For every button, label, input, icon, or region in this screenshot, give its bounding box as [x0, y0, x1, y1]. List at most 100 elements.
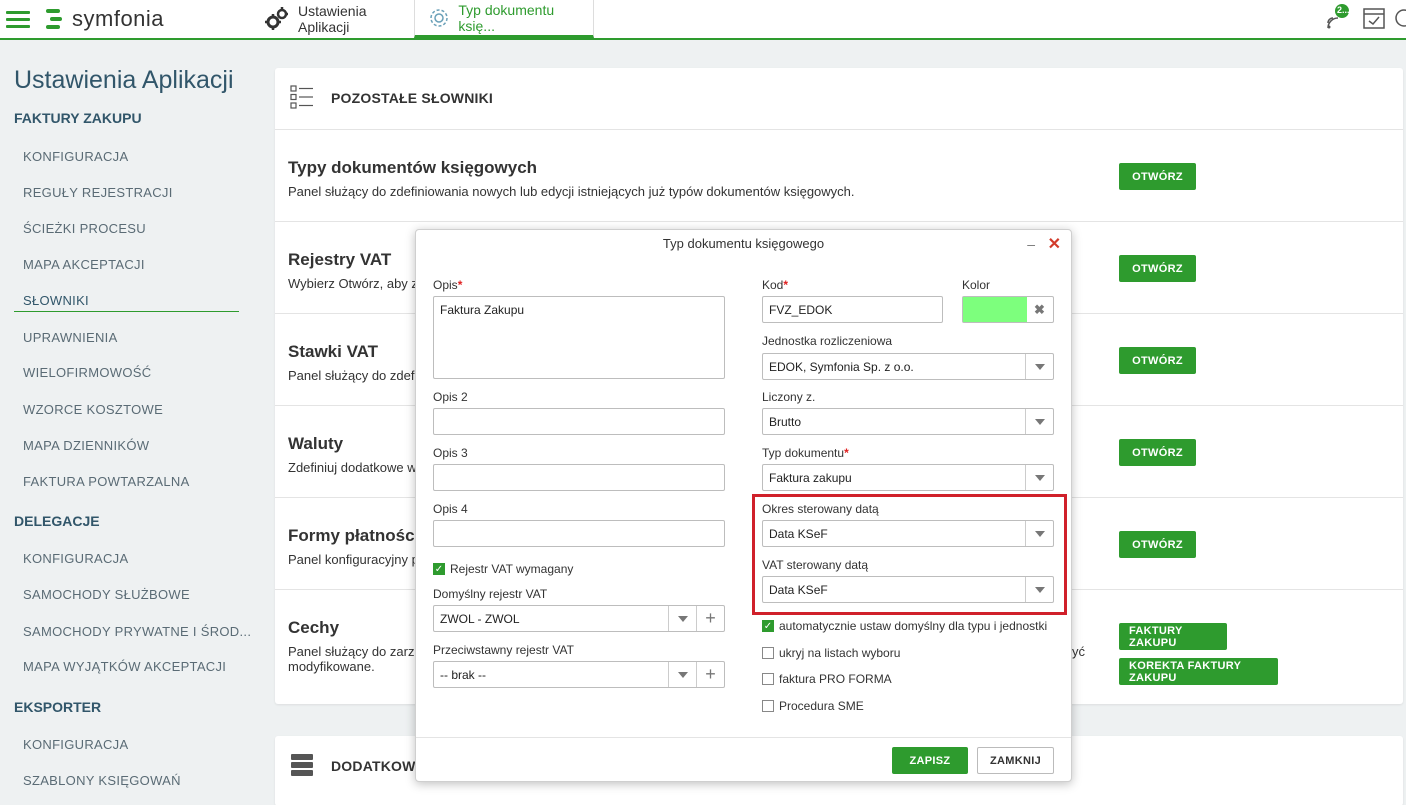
chat-icon[interactable] — [1392, 4, 1406, 34]
row-description: Panel służący do zdefiniowania nowych lu… — [288, 184, 855, 199]
checkbox-checked-icon: ✓ — [762, 620, 774, 632]
row-description: Panel konfiguracyjny p — [288, 552, 419, 567]
open-button[interactable]: OTWÓRZ — [1119, 439, 1196, 466]
opis4-label: Opis 4 — [433, 502, 468, 516]
sidebar-item-mapa-dziennikow[interactable]: MAPA DZIENNIKÓW — [23, 438, 149, 453]
calendar-icon[interactable] — [1356, 4, 1392, 34]
row-title: Cechy — [288, 618, 340, 637]
auto-default-checkbox[interactable]: ✓ automatycznie ustaw domyślny dla typu … — [762, 619, 1047, 633]
opis2-field[interactable] — [433, 408, 725, 435]
sidebar-item-faktura-powtarzalna[interactable]: FAKTURA POWTARZALNA — [23, 474, 190, 489]
sidebar-item-mapa-wyjatkow[interactable]: MAPA WYJĄTKÓW AKCEPTACJI — [23, 659, 226, 674]
sidebar-item-samochody-prywatne[interactable]: SAMOCHODY PRYWATNE I ŚROD... — [23, 624, 251, 639]
row-description: Wybierz Otwórz, aby zo — [288, 276, 426, 291]
row-description: Panel służący do zarzą — [288, 644, 422, 659]
row-title: Waluty — [288, 434, 344, 453]
close-icon[interactable]: ✕ — [1048, 234, 1061, 254]
tab-label: Typ dokumentu księ... — [458, 1, 555, 34]
sidebar-item-wielofirmowosc[interactable]: WIELOFIRMOWOŚĆ — [23, 365, 151, 380]
domyslny-rejestr-label: Domyślny rejestr VAT — [433, 587, 548, 601]
row-title: Rejestry VAT — [288, 250, 392, 269]
sidebar-item-wzorce-kosztowe[interactable]: WZORCE KOSZTOWE — [23, 402, 163, 417]
gears-icon — [264, 6, 290, 32]
color-swatch[interactable] — [963, 297, 1027, 322]
sidebar-group-delegacje[interactable]: DELEGACJE — [14, 513, 100, 529]
sidebar-item-konfiguracja-delegacje[interactable]: KONFIGURACJA — [23, 551, 128, 566]
chevron-down-icon[interactable] — [1025, 465, 1053, 490]
minimize-icon[interactable]: – — [1027, 236, 1035, 252]
open-button[interactable]: OTWÓRZ — [1119, 347, 1196, 374]
top-bar: symfonia Ustawienia Aplikacji Typ dokume… — [0, 0, 1406, 40]
sidebar-group-eksporter[interactable]: EKSPORTER — [14, 699, 101, 715]
korekta-faktury-zakupu-button[interactable]: KOREKTA FAKTURY ZAKUPU — [1119, 658, 1278, 685]
dialog-footer-divider — [416, 737, 1071, 738]
add-icon[interactable]: + — [696, 662, 724, 687]
sidebar-item-slowniki[interactable]: SŁOWNIKI — [23, 293, 89, 308]
chevron-down-icon[interactable] — [668, 662, 696, 687]
przeciwstawny-rejestr-label: Przeciwstawny rejestr VAT — [433, 643, 574, 657]
typ-dokumentu-select[interactable]: Faktura zakupu — [762, 464, 1054, 491]
opis3-field[interactable] — [433, 464, 725, 491]
hide-on-lists-checkbox[interactable]: ukryj na listach wyboru — [762, 646, 900, 660]
add-icon[interactable]: + — [696, 606, 724, 631]
clear-color-icon[interactable]: ✖ — [1026, 297, 1053, 322]
notifications-icon[interactable]: 2... — [1320, 4, 1356, 34]
opis2-label: Opis 2 — [433, 390, 468, 404]
opis-textarea[interactable]: Faktura Zakupu — [433, 296, 725, 379]
procedura-sme-checkbox[interactable]: Procedura SME — [762, 699, 864, 713]
kod-label: Kod* — [762, 278, 789, 292]
proforma-checkbox[interactable]: faktura PRO FORMA — [762, 672, 892, 686]
list-item: Typy dokumentów księgowych Panel służący… — [275, 130, 1403, 222]
dialog-title: Typ dokumentu księgowego — [662, 236, 825, 251]
open-button[interactable]: OTWÓRZ — [1119, 163, 1196, 190]
open-button[interactable]: OTWÓRZ — [1119, 531, 1196, 558]
chevron-down-icon[interactable] — [1025, 409, 1053, 434]
tab-ustawienia-aplikacji[interactable]: Ustawienia Aplikacji — [252, 0, 414, 38]
chevron-down-icon[interactable] — [1025, 354, 1053, 379]
sidebar-item-sciezki-procesu[interactable]: ŚCIEŻKI PROCESU — [23, 221, 146, 236]
sidebar-item-mapa-akceptacji[interactable]: MAPA AKCEPTACJI — [23, 257, 145, 272]
row-title: Stawki VAT — [288, 342, 379, 361]
list-icon — [290, 85, 314, 112]
domyslny-rejestr-select[interactable]: ZWOL - ZWOL + — [433, 605, 725, 632]
sidebar-item-reguly-rejestracji[interactable]: REGUŁY REJESTRACJI — [23, 185, 173, 200]
save-button[interactable]: ZAPISZ — [892, 747, 968, 774]
sidebar-title: Ustawienia Aplikacji — [14, 66, 234, 94]
section-title: POZOSTAŁE SŁOWNIKI — [331, 90, 494, 106]
jednostka-label: Jednostka rozliczeniowa — [762, 334, 893, 348]
section-title: DODATKOWE — [331, 758, 426, 774]
row-description-2: modyfikowane. — [288, 659, 375, 674]
row-title: Typy dokumentów księgowych — [288, 158, 538, 177]
rejestr-vat-wymagany-checkbox[interactable]: ✓ Rejestr VAT wymagany — [433, 562, 573, 576]
database-icon — [290, 753, 314, 780]
row-title: Formy płatności — [288, 526, 420, 545]
open-button[interactable]: OTWÓRZ — [1119, 255, 1196, 282]
sidebar-item-konfiguracja-eksporter[interactable]: KONFIGURACJA — [23, 737, 128, 752]
tab-typ-dokumentu[interactable]: Typ dokumentu księ... — [414, 0, 594, 38]
przeciwstawny-rejestr-select[interactable]: -- brak -- + — [433, 661, 725, 688]
opis3-label: Opis 3 — [433, 446, 468, 460]
hamburger-menu-icon[interactable] — [6, 8, 30, 30]
jednostka-select[interactable]: EDOK, Symfonia Sp. z o.o. — [762, 353, 1054, 380]
faktury-zakupu-button[interactable]: FAKTURY ZAKUPU — [1119, 623, 1227, 650]
logo[interactable]: symfonia — [44, 6, 164, 32]
row-description: Zdefiniuj dodatkowe w — [288, 460, 417, 475]
sidebar-group-faktury[interactable]: FAKTURY ZAKUPU — [14, 110, 142, 126]
liczony-select[interactable]: Brutto — [762, 408, 1054, 435]
notification-badge: 2... — [1337, 5, 1350, 15]
row-description-tail: yć — [1072, 644, 1085, 659]
checkbox-checked-icon: ✓ — [433, 563, 445, 575]
opis4-field[interactable] — [433, 520, 725, 547]
kod-field[interactable]: FVZ_EDOK — [762, 296, 943, 323]
chevron-down-icon[interactable] — [668, 606, 696, 631]
checkbox-unchecked-icon — [762, 700, 774, 712]
kolor-label: Kolor — [962, 278, 991, 292]
gear-icon — [427, 5, 450, 31]
sidebar-item-uprawnienia[interactable]: UPRAWNIENIA — [23, 330, 118, 345]
sidebar-item-konfiguracja[interactable]: KONFIGURACJA — [23, 149, 128, 164]
close-button[interactable]: ZAMKNIJ — [977, 747, 1054, 774]
sidebar-item-szablony-ksiegowan[interactable]: SZABLONY KSIĘGOWAŃ — [23, 773, 181, 788]
checkbox-unchecked-icon — [762, 673, 774, 685]
color-picker[interactable]: ✖ — [962, 296, 1054, 323]
sidebar-item-samochody-sluzbowe[interactable]: SAMOCHODY SŁUŻBOWE — [23, 587, 190, 602]
